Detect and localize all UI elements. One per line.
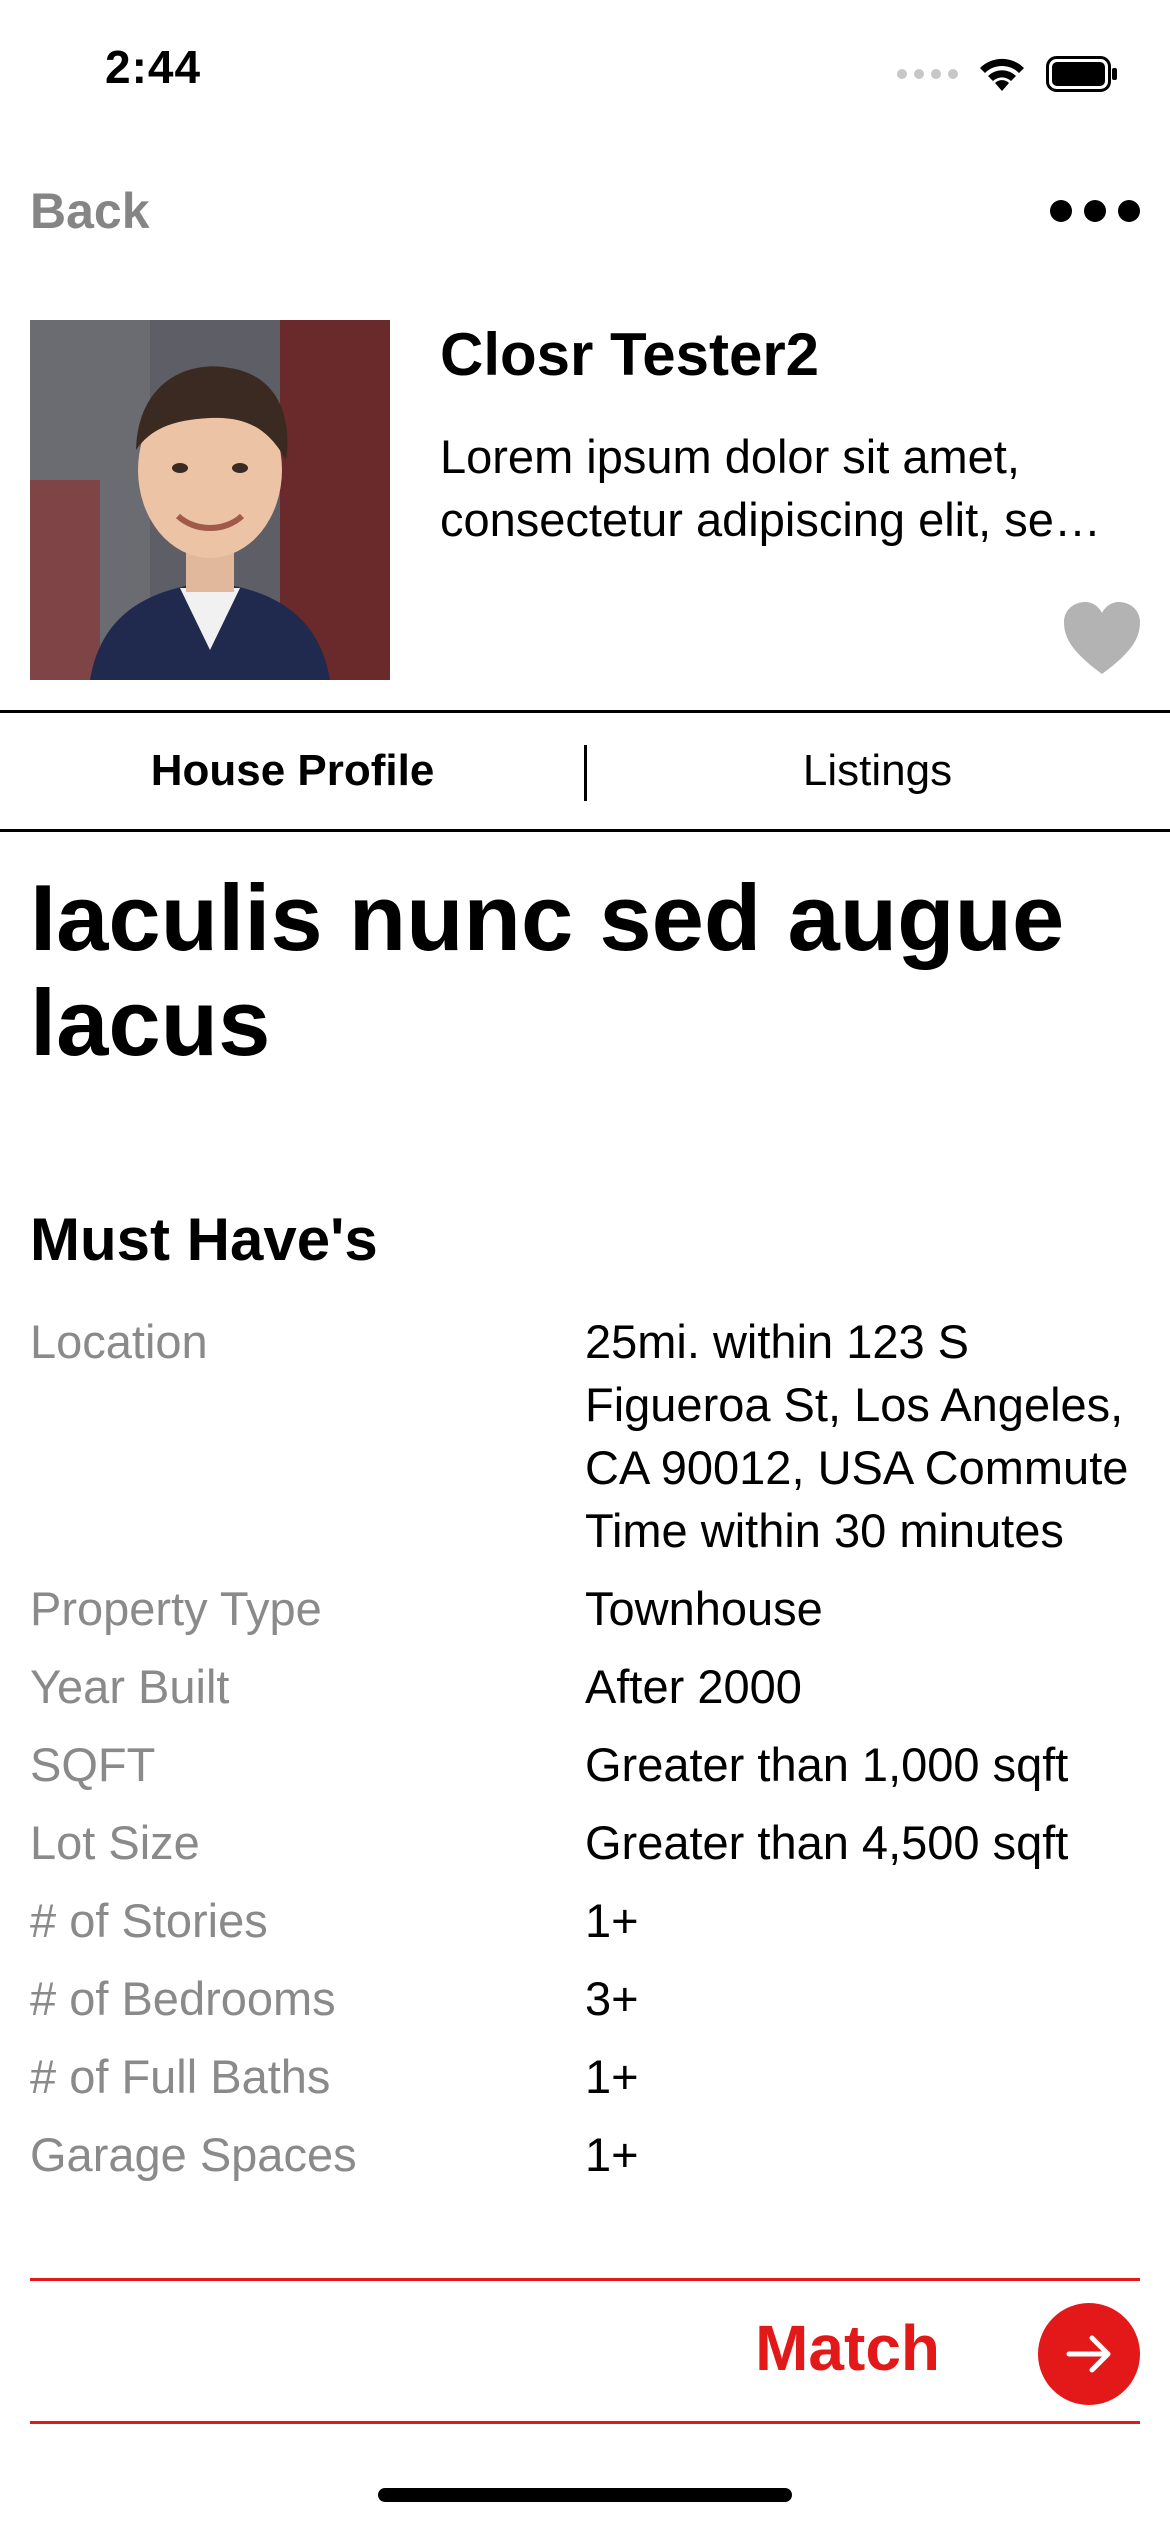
spec-value: 25mi. within 123 S Figueroa St, Los Ange… — [585, 1315, 1129, 1557]
section-title: Must Have's — [30, 1206, 378, 1273]
match-bar[interactable]: Match — [30, 2278, 1140, 2424]
battery-icon — [1046, 56, 1117, 92]
match-label[interactable]: Match — [755, 2311, 940, 2385]
spec-row: # of Stories 1+ — [30, 1889, 1140, 1952]
more-options-icon[interactable] — [1050, 200, 1140, 222]
home-indicator[interactable] — [378, 2488, 792, 2502]
arrow-right-icon — [1066, 2335, 1111, 2373]
wifi-icon — [980, 58, 1024, 91]
spec-value: Greater than 4,500 sqft — [585, 1816, 1069, 1869]
spec-row: Year Built After 2000 — [30, 1655, 1140, 1718]
match-button[interactable] — [1038, 2303, 1140, 2405]
spec-row: # of Full Baths 1+ — [30, 2045, 1140, 2108]
spec-row: SQFT Greater than 1,000 sqft — [30, 1733, 1140, 1796]
nav-bar: Back — [0, 170, 1170, 260]
avatar — [30, 320, 390, 680]
spec-value: 3+ — [585, 1972, 639, 2025]
profile-name: Closr Tester2 — [440, 321, 820, 388]
spec-label: Location — [30, 1315, 208, 1368]
spec-row: # of Bedrooms 3+ — [30, 1967, 1140, 2030]
spec-row: Location 25mi. within 123 S Figueroa St,… — [30, 1310, 1140, 1562]
spec-value: Townhouse — [585, 1582, 823, 1635]
status-bar: 2:44 — [0, 0, 1170, 140]
tab-listings[interactable]: Listings — [585, 713, 1170, 829]
cellular-signal-icon — [897, 69, 958, 79]
spec-row: Garage Spaces 1+ — [30, 2123, 1140, 2186]
spec-label: Lot Size — [30, 1816, 200, 1869]
page-title: Iaculis nunc sed augue lacus — [30, 865, 1065, 1075]
heart-icon[interactable] — [1062, 600, 1142, 676]
spec-value: 1+ — [585, 1894, 639, 1947]
profile-bio: Lorem ipsum dolor sit amet, consectetur … — [440, 430, 1081, 546]
spec-value: 1+ — [585, 2128, 639, 2181]
spec-value: Greater than 1,000 sqft — [585, 1738, 1069, 1791]
profile-header: Closr Tester2 Lorem ipsum dolor sit amet… — [0, 320, 1170, 680]
spec-list: Location 25mi. within 123 S Figueroa St,… — [30, 1310, 1140, 2201]
spec-label: Year Built — [30, 1660, 230, 1713]
spec-label: SQFT — [30, 1738, 156, 1791]
spec-row: Property Type Townhouse — [30, 1577, 1140, 1640]
status-icons — [897, 52, 1118, 96]
spec-value: After 2000 — [585, 1660, 802, 1713]
spec-row: Lot Size Greater than 4,500 sqft — [30, 1811, 1140, 1874]
spec-label: # of Full Baths — [30, 2050, 331, 2103]
spec-label: Property Type — [30, 1582, 322, 1635]
spec-label: Garage Spaces — [30, 2128, 357, 2181]
spec-label: # of Stories — [30, 1894, 268, 1947]
spec-value: 1+ — [585, 2050, 639, 2103]
tab-house-profile[interactable]: House Profile — [0, 713, 585, 829]
spec-label: # of Bedrooms — [30, 1972, 336, 2025]
status-time: 2:44 — [105, 41, 202, 93]
back-button[interactable]: Back — [30, 182, 150, 240]
tab-bar: House Profile Listings — [0, 710, 1170, 832]
